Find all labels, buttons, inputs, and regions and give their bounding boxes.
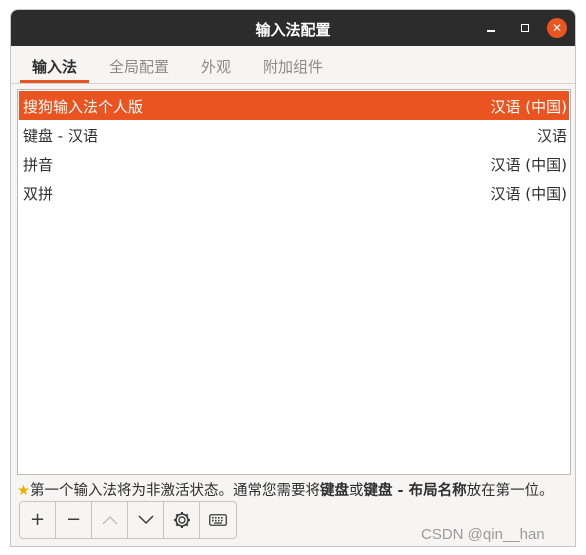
close-icon: ✕	[551, 21, 563, 35]
hint-text: ★第一个输入法将为非激活状态。通常您需要将键盘或键盘 - 布局名称放在第一位。	[17, 479, 554, 500]
list-item[interactable]: 拼音 汉语 (中国)	[19, 149, 569, 178]
hint-bold-2: 键盘 - 布局名称	[363, 483, 467, 499]
titlebar[interactable]: 输入法配置 ✕	[11, 10, 575, 46]
hint-part-1: 第一个输入法将为非激活状态。通常您需要将	[30, 483, 320, 499]
list-item[interactable]: 键盘 - 汉语 汉语	[19, 120, 569, 149]
input-method-list[interactable]: 搜狗输入法个人版 汉语 (中国) 键盘 - 汉语 汉语 拼音 汉语 (中国) 双…	[17, 89, 571, 475]
tab-appearance[interactable]: 外观	[201, 56, 231, 83]
input-method-language: 汉语	[536, 127, 567, 145]
tab-addons[interactable]: 附加组件	[263, 56, 323, 83]
star-icon: ★	[17, 483, 30, 499]
hint-bold-1: 键盘	[320, 483, 349, 499]
close-button[interactable]: ✕	[547, 18, 567, 38]
list-item[interactable]: 搜狗输入法个人版 汉语 (中国)	[19, 91, 569, 120]
input-method-name: 键盘 - 汉语	[23, 127, 98, 145]
keyboard-layout-button[interactable]	[200, 502, 236, 538]
configure-button[interactable]	[164, 502, 200, 538]
input-method-language: 汉语 (中国)	[490, 98, 567, 116]
watermark: CSDN @qin__han	[421, 526, 545, 543]
chevron-up-icon	[101, 515, 118, 525]
input-method-name: 双拼	[23, 185, 54, 203]
add-button[interactable]: +	[20, 502, 56, 538]
input-method-language: 汉语 (中国)	[490, 185, 567, 203]
input-method-config-window: 输入法配置 ✕ 输入法 全局配置 外观 附加组件 搜狗输入法个人版 汉语 (中国…	[10, 9, 576, 547]
minimize-button[interactable]	[481, 18, 501, 38]
tab-input-method[interactable]: 输入法	[20, 56, 90, 83]
input-method-name: 搜狗输入法个人版	[23, 98, 144, 116]
tab-bar: 输入法 全局配置 外观 附加组件	[11, 46, 575, 84]
list-toolbar: + −	[19, 501, 237, 539]
remove-button[interactable]: −	[56, 502, 92, 538]
move-up-button[interactable]	[92, 502, 128, 538]
keyboard-icon	[209, 514, 227, 526]
hint-part-3: 放在第一位。	[466, 483, 554, 499]
list-item[interactable]: 双拼 汉语 (中国)	[19, 178, 569, 207]
hint-part-2: 或	[349, 483, 364, 499]
tab-global-config[interactable]: 全局配置	[109, 56, 169, 83]
chevron-down-icon	[137, 515, 154, 525]
input-method-language: 汉语 (中国)	[490, 156, 567, 174]
input-method-name: 拼音	[23, 156, 54, 174]
maximize-button[interactable]	[515, 18, 535, 38]
maximize-icon	[521, 24, 529, 32]
minimize-icon	[487, 30, 495, 32]
gear-icon	[173, 512, 190, 528]
move-down-button[interactable]	[128, 502, 164, 538]
